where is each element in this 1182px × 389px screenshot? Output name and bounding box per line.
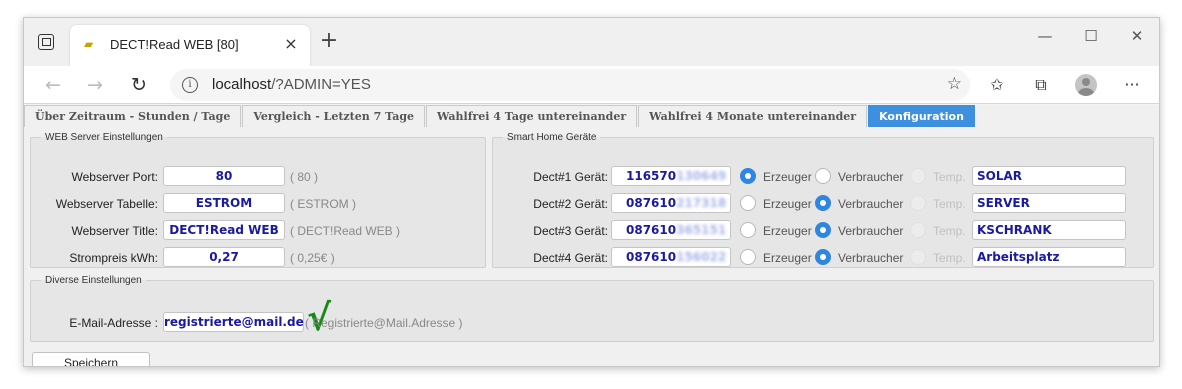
verbraucher-radio[interactable] <box>815 249 831 265</box>
port-hint: ( 80 ) <box>290 170 319 184</box>
verbraucher-radio[interactable] <box>815 168 831 184</box>
tab-zeitraum[interactable]: Über Zeitraum - Stunden / Tage <box>24 105 242 127</box>
device-label: Dect#1 Gerät: <box>533 170 608 184</box>
price-label: Strompreis kWh: <box>69 251 158 265</box>
device-label: Dect#3 Gerät: <box>533 224 608 238</box>
tab-strip: ▰ DECT!Read WEB [80] × + — ☐ ✕ <box>24 18 1159 66</box>
tab-vergleich[interactable]: Vergleich - Letzten 7 Tage <box>242 105 426 127</box>
erzeuger-label: Erzeuger <box>763 197 812 211</box>
device-name-input[interactable]: Arbeitsplatz <box>972 247 1126 267</box>
device-id-input[interactable]: 116570130649 <box>611 166 731 186</box>
erzeuger-radio[interactable] <box>740 249 756 265</box>
email-hint: ( Registrierte@Mail.Adresse ) <box>305 316 463 330</box>
close-tab-icon[interactable]: × <box>282 34 300 54</box>
close-window-icon[interactable]: ✕ <box>1122 26 1152 46</box>
temp-label: Temp. <box>933 170 966 184</box>
device-id-input[interactable]: 087610156022 <box>611 247 731 267</box>
new-tab-icon[interactable]: + <box>318 30 340 54</box>
forward-icon[interactable]: → <box>82 72 108 98</box>
temp-radio <box>910 168 926 184</box>
erzeuger-radio[interactable] <box>740 168 756 184</box>
temp-label: Temp. <box>933 251 966 265</box>
temp-label: Temp. <box>933 224 966 238</box>
verbraucher-radio[interactable] <box>815 195 831 211</box>
port-label: Webserver Port: <box>71 170 158 184</box>
minimize-icon[interactable]: — <box>1030 26 1060 46</box>
collections-icon[interactable]: ⧉ <box>1030 75 1052 97</box>
tab-konfiguration[interactable]: Konfiguration <box>868 105 975 127</box>
webserver-legend: WEB Server Einstellungen <box>45 132 163 143</box>
tab-title: DECT!Read WEB [80] <box>110 37 239 52</box>
maximize-icon[interactable]: ☐ <box>1076 26 1106 46</box>
device-label: Dect#4 Gerät: <box>533 251 608 265</box>
navigation-bar: ← → ↻ i localhost/?ADMIN=YES ☆ ✩ ⧉ ··· <box>24 66 1159 104</box>
temp-radio <box>910 249 926 265</box>
device-name-input[interactable]: KSCHRANK <box>972 220 1126 240</box>
favicon-icon: ▰ <box>84 37 94 51</box>
device-name-input[interactable]: SERVER <box>972 193 1126 213</box>
window-menu-icon[interactable] <box>38 34 54 50</box>
browser-tab[interactable]: ▰ DECT!Read WEB [80] × <box>70 25 310 66</box>
address-bar[interactable]: i localhost/?ADMIN=YES ☆ <box>170 69 970 101</box>
verbraucher-label: Verbraucher <box>838 224 904 238</box>
smart-home-legend: Smart Home Geräte <box>507 132 597 143</box>
email-label: E-Mail-Adresse : <box>69 316 158 330</box>
erzeuger-label: Erzeuger <box>763 224 812 238</box>
title-input[interactable]: DECT!Read WEB <box>163 220 285 240</box>
erzeuger-label: Erzeuger <box>763 251 812 265</box>
device-label: Dect#2 Gerät: <box>533 197 608 211</box>
price-input[interactable]: 0,27 <box>163 247 285 267</box>
temp-label: Temp. <box>933 197 966 211</box>
diverse-legend: Diverse Einstellungen <box>45 275 142 286</box>
save-button[interactable]: Speichern <box>32 352 150 366</box>
device-id-input[interactable]: 087610217318 <box>611 193 731 213</box>
temp-radio <box>910 222 926 238</box>
favorites-icon[interactable]: ✩ <box>986 75 1008 97</box>
email-input[interactable]: registrierte@mail.de <box>163 312 304 332</box>
info-icon[interactable]: i <box>182 77 198 93</box>
temp-radio <box>910 195 926 211</box>
device-name-input[interactable]: SOLAR <box>972 166 1126 186</box>
erzeuger-label: Erzeuger <box>763 170 812 184</box>
erzeuger-radio[interactable] <box>740 195 756 211</box>
url-text: localhost/?ADMIN=YES <box>212 76 371 93</box>
app-tab-bar: Über Zeitraum - Stunden / Tage Vergleich… <box>24 105 976 127</box>
add-favorite-icon[interactable]: ☆ <box>947 74 962 94</box>
table-label: Webserver Tabelle: <box>55 197 158 211</box>
verbraucher-radio[interactable] <box>815 222 831 238</box>
port-input[interactable]: 80 <box>163 166 285 186</box>
verbraucher-label: Verbraucher <box>838 170 904 184</box>
tab-wahlfrei-monate[interactable]: Wahlfrei 4 Monate untereinander <box>638 105 868 127</box>
verbraucher-label: Verbraucher <box>838 251 904 265</box>
table-input[interactable]: ESTROM <box>163 193 285 213</box>
erzeuger-radio[interactable] <box>740 222 756 238</box>
page-content: Über Zeitraum - Stunden / Tage Vergleich… <box>24 105 1159 366</box>
profile-avatar[interactable] <box>1075 74 1097 96</box>
price-hint: ( 0,25€ ) <box>290 251 335 265</box>
table-hint: ( ESTROM ) <box>290 197 356 211</box>
reload-icon[interactable]: ↻ <box>126 72 152 98</box>
title-hint: ( DECT!Read WEB ) <box>290 224 401 238</box>
title-label: Webserver Title: <box>71 224 158 238</box>
device-id-input[interactable]: 087610365151 <box>611 220 731 240</box>
verbraucher-label: Verbraucher <box>838 197 904 211</box>
back-icon[interactable]: ← <box>40 72 66 98</box>
tab-wahlfrei-tage[interactable]: Wahlfrei 4 Tage untereinander <box>426 105 638 127</box>
more-menu-icon[interactable]: ··· <box>1121 75 1143 97</box>
browser-window: ▰ DECT!Read WEB [80] × + — ☐ ✕ ← → ↻ i l… <box>23 17 1160 367</box>
